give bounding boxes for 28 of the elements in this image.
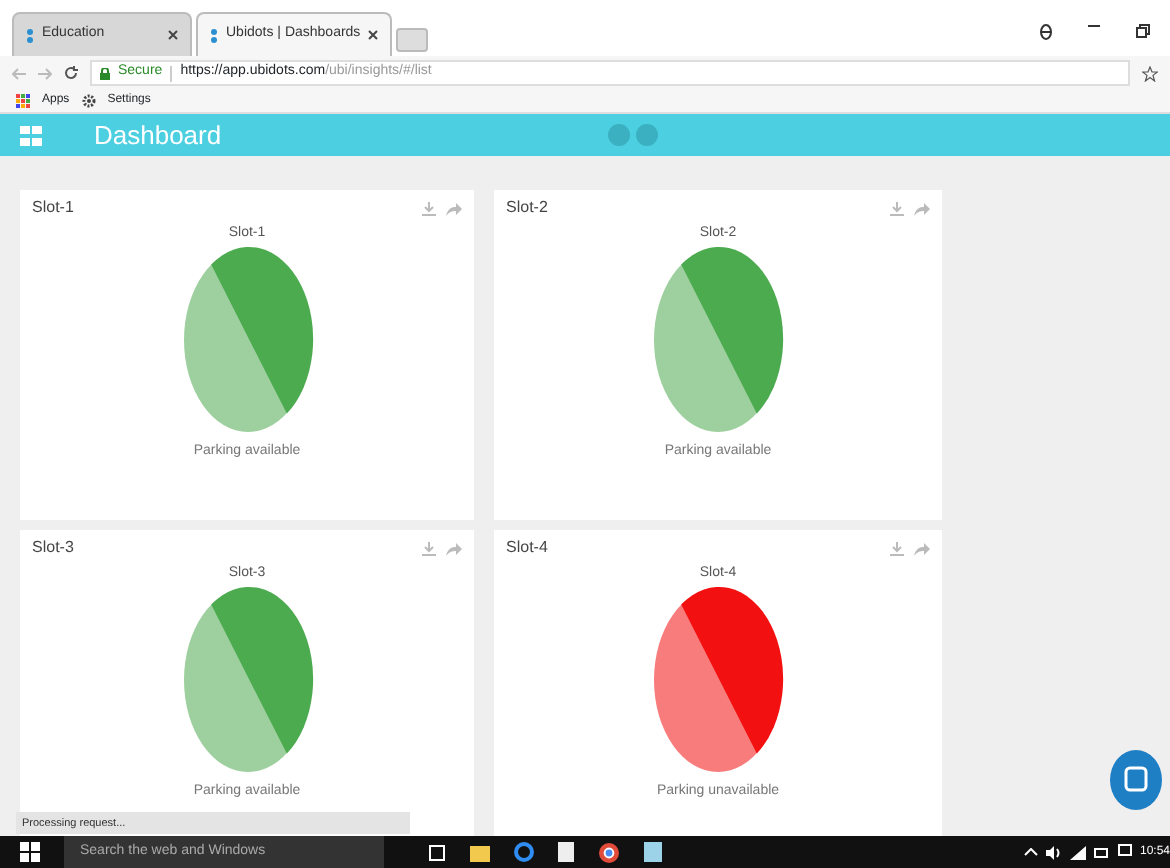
dashboard-title: Dashboard: [94, 117, 222, 154]
battery-icon[interactable]: [1093, 847, 1110, 857]
chat-bubble-icon: [1124, 766, 1148, 794]
widget-title: Slot-1: [32, 196, 74, 220]
restore-icon[interactable]: [1136, 24, 1150, 38]
minimize-icon[interactable]: [1088, 24, 1100, 28]
star-icon[interactable]: [1142, 65, 1158, 81]
apps-grid-icon: [16, 94, 30, 108]
widget-title: Slot-2: [506, 196, 548, 220]
task-view-icon[interactable]: [428, 843, 446, 861]
reload-icon[interactable]: [64, 66, 78, 80]
chat-button[interactable]: [1110, 750, 1162, 810]
speaker-icon[interactable]: [1045, 845, 1062, 859]
folder-icon[interactable]: [470, 843, 490, 861]
lock-icon: [100, 67, 110, 79]
gear-icon: [81, 94, 96, 108]
windows-start-icon[interactable]: [20, 842, 40, 862]
network-icon[interactable]: [1069, 845, 1086, 859]
close-icon[interactable]: [168, 30, 178, 40]
favicon-icon: [210, 27, 218, 43]
profile-icon[interactable]: [1040, 24, 1052, 40]
close-icon[interactable]: [368, 30, 379, 40]
chevron-up-icon[interactable]: [1023, 848, 1038, 856]
chrome-icon[interactable]: [598, 841, 620, 863]
notification-icon[interactable]: [1117, 844, 1132, 860]
widget-title: Slot-3: [32, 536, 74, 560]
favicon-icon: [26, 27, 34, 43]
widget-title: Slot-4: [506, 536, 548, 560]
